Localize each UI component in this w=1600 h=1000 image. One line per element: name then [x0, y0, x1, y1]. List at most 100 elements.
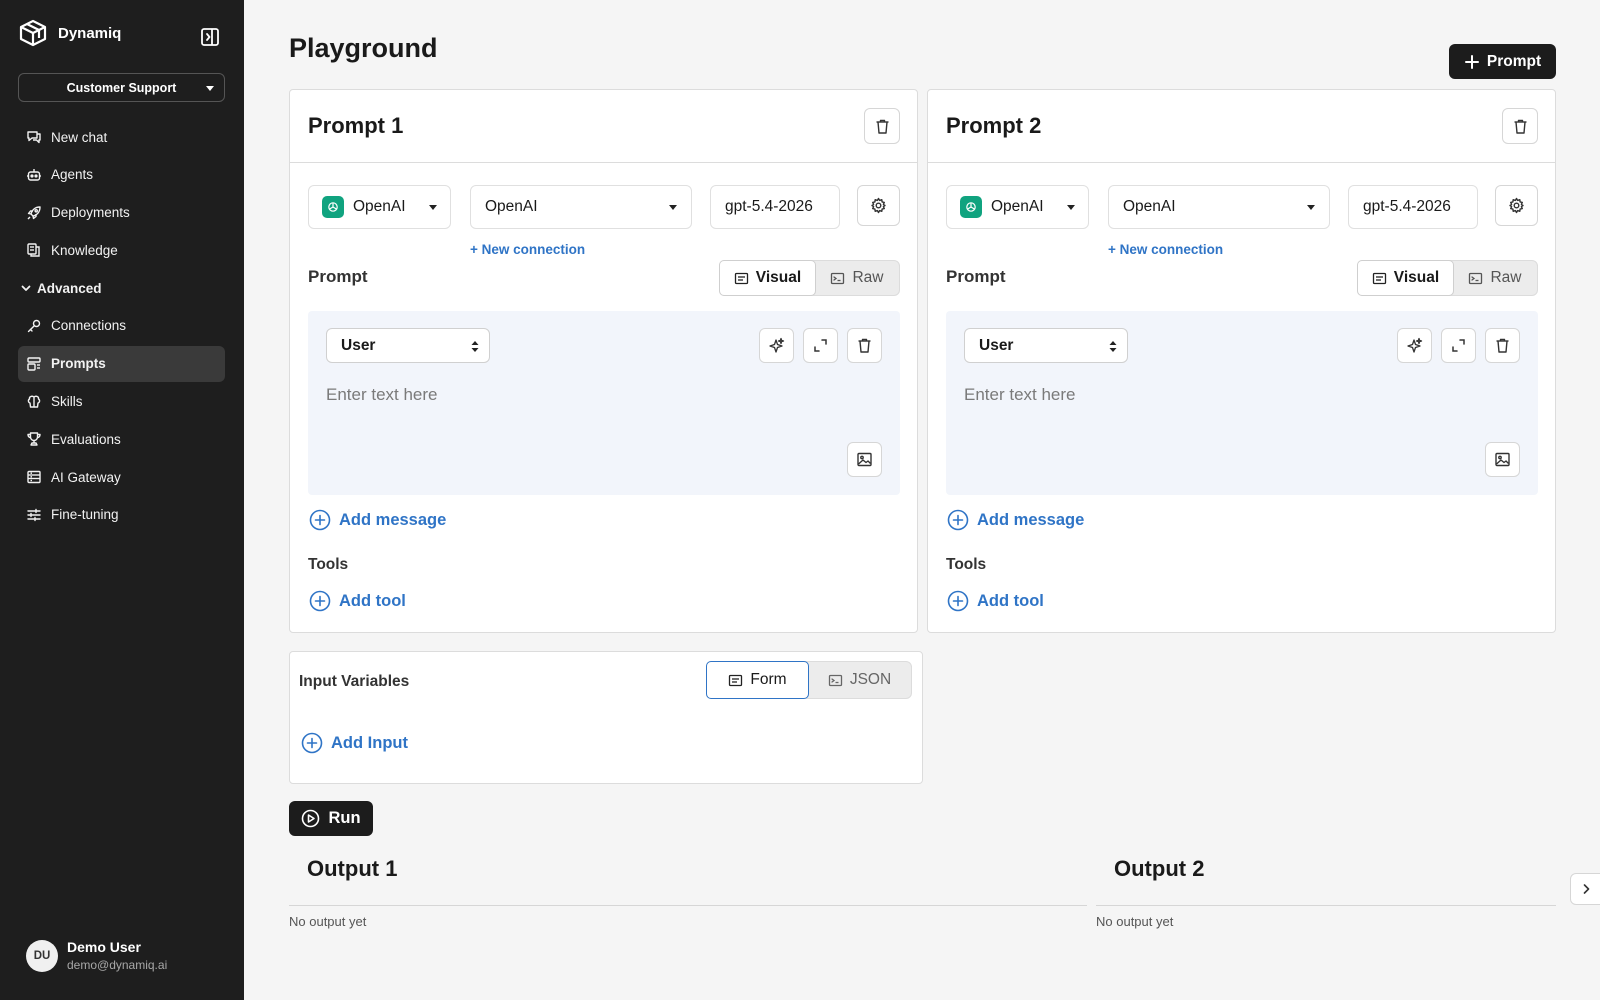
- role-select[interactable]: User: [326, 328, 490, 363]
- role-select[interactable]: User: [964, 328, 1128, 363]
- provider-select[interactable]: OpenAI: [308, 185, 451, 229]
- tools-label: Tools: [308, 556, 349, 573]
- sidebar-item-label: Connections: [51, 318, 127, 334]
- mode-visual-option[interactable]: Visual: [719, 260, 816, 296]
- new-connection-link[interactable]: + New connection: [1108, 242, 1223, 257]
- mode-json-option[interactable]: JSON: [808, 662, 911, 698]
- input-mode-toggle: Form JSON: [706, 661, 912, 699]
- sidebar-item-label: Knowledge: [51, 242, 118, 258]
- model-input[interactable]: gpt-5.4-2026: [710, 185, 840, 229]
- app-name: Dynamiq: [58, 24, 122, 42]
- sidebar-item-ai-gateway[interactable]: AI Gateway: [18, 459, 225, 495]
- add-input-button[interactable]: Add Input: [301, 732, 408, 754]
- mode-raw-option[interactable]: Raw: [1453, 261, 1537, 295]
- sidebar-item-skills[interactable]: Skills: [18, 384, 225, 420]
- input-variables-panel: Input Variables Form JSON Add Input: [289, 651, 923, 784]
- dynamiq-logo-icon: [19, 19, 47, 47]
- ai-generate-button[interactable]: [759, 328, 794, 363]
- chevron-down-icon: [206, 86, 214, 91]
- output-divider: [289, 905, 1087, 906]
- project-select[interactable]: Customer Support: [18, 73, 225, 102]
- openai-icon: [960, 196, 982, 218]
- delete-message-button[interactable]: [1485, 328, 1520, 363]
- trophy-icon: [27, 432, 41, 447]
- provider-select[interactable]: OpenAI: [946, 185, 1089, 229]
- prompt-panel-1: Prompt 1 OpenAI OpenAI gpt-5.4-2026 + Ne…: [289, 89, 918, 633]
- sidebar-section-label: Advanced: [37, 280, 102, 296]
- prompt-title: Prompt 2: [946, 113, 1042, 138]
- provider-value: OpenAI: [353, 198, 406, 215]
- gear-icon: [1509, 197, 1524, 214]
- scroll-right-button[interactable]: [1570, 873, 1600, 905]
- sidebar-nav: New chat Agents Deployments Knowledge Ad…: [18, 119, 225, 535]
- add-input-label: Add Input: [331, 733, 408, 752]
- add-message-label: Add message: [339, 510, 447, 529]
- chat-icon: [27, 131, 41, 144]
- model-settings-button[interactable]: [857, 185, 900, 226]
- add-tool-button[interactable]: Add tool: [947, 590, 1044, 612]
- sidebar-section-advanced[interactable]: Advanced: [18, 270, 225, 306]
- sidebar-item-label: New chat: [51, 129, 108, 145]
- connection-select[interactable]: OpenAI: [1108, 185, 1330, 229]
- collapse-sidebar-icon[interactable]: [199, 26, 221, 48]
- prompt-panel-header: Prompt 2: [928, 90, 1555, 163]
- sparkle-icon: [769, 337, 785, 353]
- trash-icon: [876, 119, 888, 134]
- add-message-button[interactable]: Add message: [309, 509, 446, 531]
- delete-prompt-button[interactable]: [864, 108, 900, 144]
- message-input-placeholder[interactable]: Enter text here: [326, 385, 438, 405]
- sidebar-item-agents[interactable]: Agents: [18, 157, 225, 193]
- image-icon: [1495, 452, 1510, 467]
- sidebar-item-fine-tuning[interactable]: Fine-tuning: [18, 497, 225, 533]
- model-settings-button[interactable]: [1495, 185, 1538, 226]
- trash-icon: [858, 338, 871, 353]
- model-input[interactable]: gpt-5.4-2026: [1348, 185, 1478, 229]
- add-tool-button[interactable]: Add tool: [309, 590, 406, 612]
- output-empty-2: No output yet: [1096, 914, 1174, 929]
- robot-icon: [27, 168, 41, 181]
- plus-circle-icon: [947, 590, 969, 612]
- sidebar-item-knowledge[interactable]: Knowledge: [18, 232, 225, 268]
- run-button[interactable]: Run: [289, 801, 373, 836]
- add-tool-label: Add tool: [977, 591, 1044, 610]
- delete-message-button[interactable]: [847, 328, 882, 363]
- sidebar-item-label: Agents: [51, 167, 94, 183]
- message-input-placeholder[interactable]: Enter text here: [964, 385, 1076, 405]
- user-card[interactable]: DU Demo User demo@dynamiq.ai: [26, 939, 167, 972]
- visual-icon: [1372, 272, 1386, 284]
- select-arrows-icon: [471, 341, 479, 352]
- message-editor: User Enter text here: [946, 311, 1538, 495]
- new-connection-link[interactable]: + New connection: [470, 242, 585, 257]
- attach-image-button[interactable]: [847, 442, 882, 477]
- chevron-down-icon: [1067, 205, 1075, 210]
- mode-visual-option[interactable]: Visual: [1357, 260, 1454, 296]
- sidebar-item-new-chat[interactable]: New chat: [18, 119, 225, 155]
- attach-image-button[interactable]: [1485, 442, 1520, 477]
- project-name: Customer Support: [66, 80, 177, 95]
- sidebar-item-connections[interactable]: Connections: [18, 308, 225, 344]
- trash-icon: [1496, 338, 1509, 353]
- add-message-button[interactable]: Add message: [947, 509, 1084, 531]
- add-prompt-button[interactable]: Prompt: [1449, 44, 1556, 79]
- mode-form-option[interactable]: Form: [706, 661, 809, 699]
- output-title-2: Output 2: [1114, 856, 1205, 881]
- select-arrows-icon: [1109, 341, 1117, 352]
- input-variables-title: Input Variables: [299, 673, 410, 690]
- sidebar-item-prompts[interactable]: Prompts: [18, 345, 225, 382]
- run-label: Run: [328, 809, 361, 827]
- mode-raw-option[interactable]: Raw: [815, 261, 899, 295]
- delete-prompt-button[interactable]: [1502, 108, 1538, 144]
- mode-raw-label: Raw: [852, 269, 884, 286]
- output-empty-1: No output yet: [289, 914, 367, 929]
- brand[interactable]: Dynamiq: [18, 18, 121, 48]
- sidebar: Dynamiq Customer Support New chat Agents…: [0, 0, 244, 1000]
- sidebar-item-deployments[interactable]: Deployments: [18, 195, 225, 231]
- connection-select[interactable]: OpenAI: [470, 185, 692, 229]
- chevron-down-icon: [1307, 205, 1315, 210]
- expand-button[interactable]: [1441, 328, 1476, 363]
- model-value: gpt-5.4-2026: [1363, 198, 1451, 215]
- prompt-panel-header: Prompt 1: [290, 90, 917, 163]
- ai-generate-button[interactable]: [1397, 328, 1432, 363]
- expand-button[interactable]: [803, 328, 838, 363]
- sidebar-item-evaluations[interactable]: Evaluations: [18, 421, 225, 457]
